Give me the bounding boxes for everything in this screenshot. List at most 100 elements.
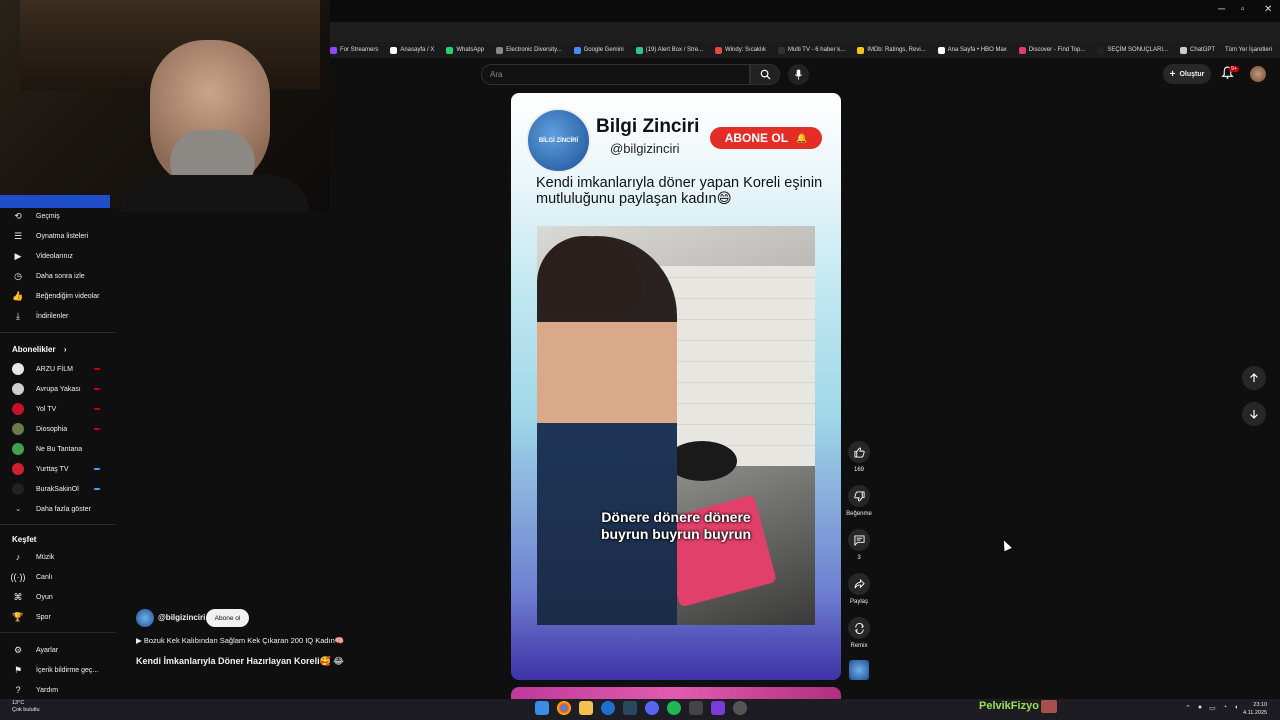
share-button[interactable] (848, 573, 870, 595)
epic-games-icon[interactable] (689, 701, 703, 715)
weather-widget[interactable]: 13°C Çok bulutlu (12, 700, 40, 714)
search-button[interactable] (750, 64, 780, 85)
network-icon[interactable]: ◔ (1223, 704, 1227, 712)
bookmark-item[interactable]: For Streamers (330, 46, 378, 54)
channel-name[interactable]: @bilgizinciri (158, 613, 205, 622)
mic-icon[interactable]: ● (1198, 704, 1202, 712)
weather-desc: Çok bulutlu (12, 707, 40, 713)
short-video-player[interactable]: BİLGİ ZİNCİRİ Bilgi Zinciri @bilgizincir… (511, 93, 841, 680)
sidebar-item[interactable]: 🏆 Spor (12, 609, 50, 625)
chrome-icon[interactable] (557, 701, 571, 715)
like-action[interactable]: 169 (847, 441, 871, 473)
search-input[interactable]: Ara (481, 64, 750, 85)
sidebar-item-label: Avrupa Yakası (36, 385, 81, 393)
obs-icon[interactable] (733, 701, 747, 715)
address-bar[interactable]: ▭ ☆ ⧉ ≡ ● ⋮ (330, 22, 1280, 58)
share-action[interactable]: Paylaş (847, 573, 871, 605)
bookmark-item[interactable]: (19) Alert Box / Stre... (635, 46, 704, 54)
sidebar-item[interactable]: ☰ Oynatma listeleri (12, 228, 88, 244)
show-more-button[interactable]: ⌄ Daha fazla göster (12, 501, 91, 517)
clock[interactable]: 23:10 4.11.2025 (1243, 701, 1267, 717)
subscription-item[interactable]: Avrupa Yakası (12, 381, 81, 397)
bookmark-item[interactable]: Anasayfa / X (390, 46, 434, 54)
bookmark-item[interactable]: Multi TV - 6 haber k... (778, 46, 845, 54)
sidebar-item[interactable]: ♪ Müzik (12, 549, 55, 565)
sidebar-item-label: Oynatma listeleri (36, 232, 89, 240)
bookmark-item[interactable]: ChatGPT (1180, 46, 1215, 54)
windows-start-icon[interactable] (535, 701, 549, 715)
sidebar-item-label: Yol TV (36, 405, 57, 413)
spotify-icon[interactable] (667, 701, 681, 715)
previous-short-button[interactable] (1242, 366, 1266, 390)
bookmark-favicon-icon (635, 46, 643, 54)
subscription-item[interactable]: ARZU FİLM (12, 361, 73, 377)
app-icon[interactable] (601, 701, 615, 715)
sidebar-item[interactable]: ⌘ Oyun (12, 589, 53, 605)
sidebar-item[interactable]: ((·)) Canlı (11, 569, 53, 585)
voice-search-button[interactable] (788, 64, 809, 85)
sidebar-item[interactable]: ⤓ İndirilenler (12, 308, 68, 324)
dislike-button[interactable] (848, 485, 870, 507)
display-icon[interactable]: ▭ (1209, 704, 1216, 712)
bookmark-item[interactable]: Ana Sayfa • HBO Max (937, 46, 1007, 54)
file-explorer-icon[interactable] (579, 701, 593, 715)
channel-avatar[interactable] (136, 609, 154, 627)
create-button[interactable]: + Oluştur (1163, 64, 1211, 84)
sidebar-item[interactable]: ◷ Daha sonra izle (12, 268, 85, 284)
comments-button[interactable] (848, 529, 870, 551)
subscriptions-heading[interactable]: Abonelikler › (12, 345, 66, 354)
sidebar-item[interactable]: ? Yardım (12, 682, 58, 698)
bookmark-label: (19) Alert Box / Stre... (645, 47, 704, 53)
chevron-up-icon[interactable]: ⌃ (1185, 704, 1191, 712)
video-icon: ▶ (14, 250, 22, 261)
system-tray: ⌃ ● ▭ ◔ ◖ (1185, 704, 1238, 712)
plus-icon: + (1169, 68, 1176, 80)
like-button[interactable] (848, 441, 870, 463)
bookmark-item[interactable]: IMDb: Ratings, Revi... (857, 46, 926, 54)
related-video-link[interactable]: ▶ Bozuk Kek Kalıbından Sağlam Kek Çıkara… (136, 636, 344, 645)
bookmark-item[interactable]: Google Gemini (573, 46, 624, 54)
subscription-item[interactable]: Yurttaş TV (12, 461, 69, 477)
steam-icon[interactable] (623, 701, 637, 715)
short-brand-handle: @bilgizinciri (610, 141, 680, 156)
sidebar-item[interactable]: ⚑ İçerik bildirme geç... (12, 662, 98, 678)
comment-count: 3 (857, 555, 861, 561)
remix-label: Remix (850, 643, 868, 649)
subscription-item[interactable]: Yol TV (12, 401, 56, 417)
sidebar-item[interactable]: ⚙ Ayarlar (12, 642, 58, 658)
sidebar-item[interactable]: ▶ Videolarınız (12, 248, 73, 264)
sidebar-item[interactable]: 👍 Beğendiğim videolar (12, 288, 99, 304)
new-content-indicator (94, 468, 100, 470)
bookmark-label: SEÇİM SONUÇLARI... (1107, 47, 1169, 53)
subscription-item[interactable]: Ne Bu Tantana (12, 441, 82, 457)
arrow-up-icon (1250, 373, 1258, 382)
volume-icon[interactable]: ◖ (1234, 704, 1238, 712)
account-avatar[interactable] (1250, 66, 1266, 82)
remix-button[interactable] (848, 617, 870, 639)
all-bookmarks-link[interactable]: Tüm Yer İşaretleri (1225, 47, 1272, 53)
channel-avatar (12, 423, 24, 435)
bookmark-item[interactable]: SEÇİM SONUÇLARI... (1097, 46, 1169, 54)
subscription-item[interactable]: BurakSakinOl (12, 481, 79, 497)
next-short-preview[interactable] (511, 687, 841, 699)
new-content-indicator (94, 368, 100, 370)
brand-watermark: PelvikFizyo (979, 700, 1039, 712)
subscription-item[interactable]: Diosophia (12, 421, 67, 437)
sound-thumbnail[interactable] (849, 660, 869, 680)
remix-action[interactable]: Remix (847, 617, 871, 649)
bookmark-item[interactable]: Electronic Diversity... (496, 46, 562, 54)
discord-icon[interactable] (645, 701, 659, 715)
sidebar-item[interactable]: ⟲ Geçmiş (12, 208, 60, 224)
app-icon[interactable] (711, 701, 725, 715)
next-short-button[interactable] (1242, 402, 1266, 426)
maximize-icon[interactable]: ▫ (1241, 4, 1245, 15)
subscribe-button[interactable]: Abone ol (206, 609, 249, 627)
dislike-action[interactable]: Beğenme (846, 485, 872, 517)
minimize-icon[interactable]: ─ (1218, 4, 1225, 15)
bookmark-item[interactable]: WhatsApp (446, 46, 484, 54)
comments-action[interactable]: 3 (847, 529, 871, 561)
new-content-indicator (94, 488, 100, 490)
bookmark-item[interactable]: Discover - Find Top... (1018, 46, 1085, 54)
close-icon[interactable]: ✕ (1264, 4, 1272, 15)
bookmark-item[interactable]: Windy: Sıcaklık (715, 46, 766, 54)
